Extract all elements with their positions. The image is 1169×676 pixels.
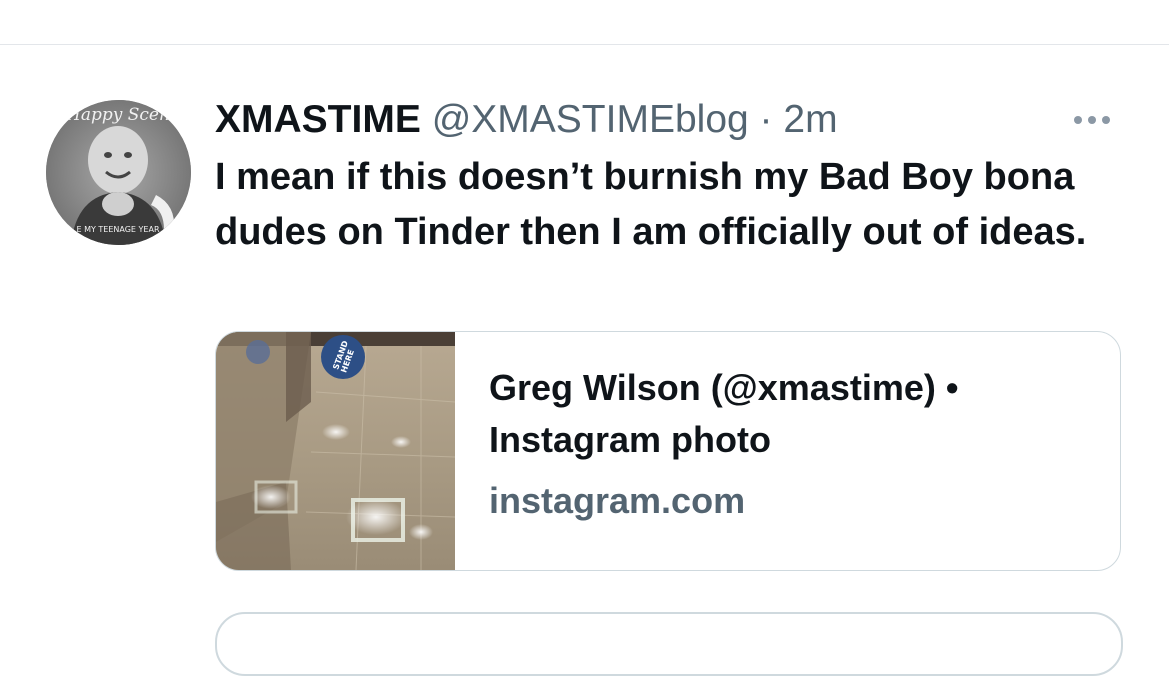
avatar[interactable]: Happy Scen E MY TEENAGE YEAR [46,100,191,245]
card-domain: instagram.com [489,480,746,521]
next-card-edge [215,612,1123,676]
more-horizontal-icon[interactable] [1068,108,1116,132]
card-thumbnail: STAND HERE [216,332,455,570]
avatar-top-text: Happy Scen [65,105,170,125]
card-title: Greg Wilson (@xmastime) • Instagram phot… [489,367,959,460]
timestamp[interactable]: 2m [783,98,837,141]
link-preview-card[interactable]: STAND HERE Greg Wilson (@xmastime) • Ins… [215,331,1121,571]
display-name[interactable]: XMASTIME [215,98,421,141]
avatar-bottom-text: E MY TEENAGE YEAR [76,225,159,234]
tweet-header: XMASTIME @XMASTIMEblog · 2m [215,96,838,144]
handle[interactable]: @XMASTIMEblog [432,98,749,141]
top-divider [0,44,1169,45]
tweet-text: I mean if this doesn’t burnish my Bad Bo… [215,156,1087,253]
header-separator: · [759,98,773,141]
